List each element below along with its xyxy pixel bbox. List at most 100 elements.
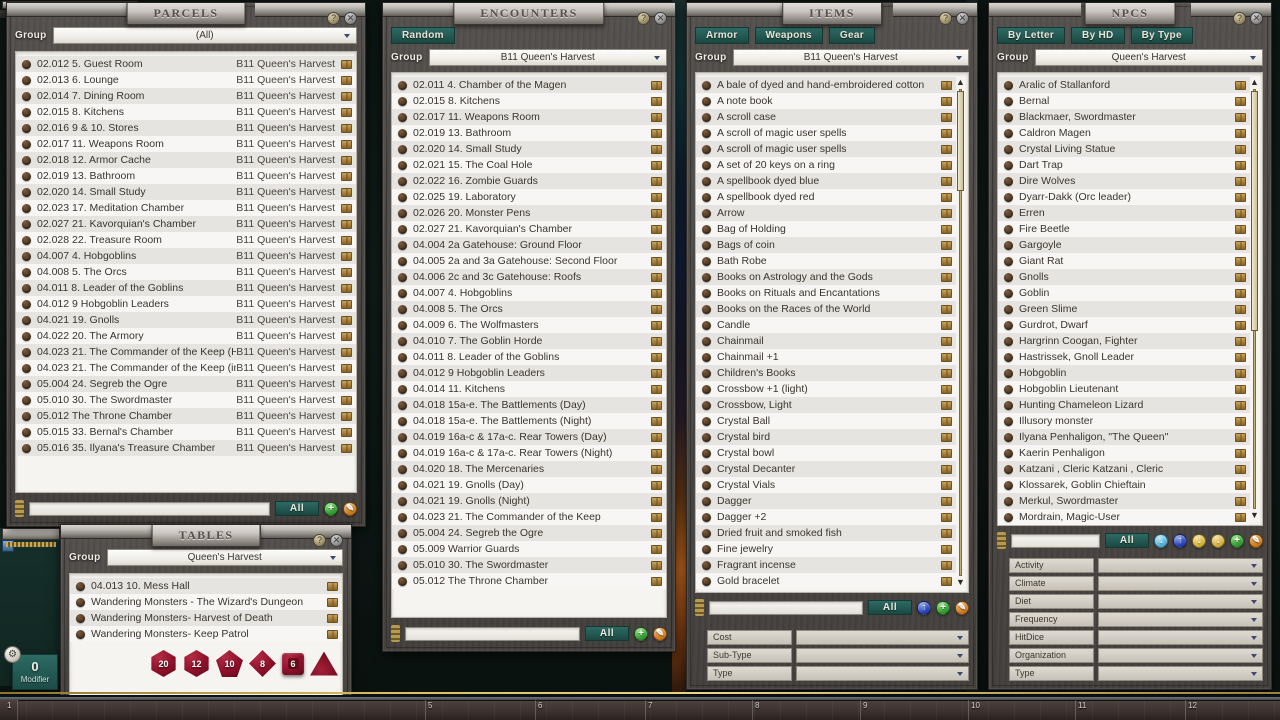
book-icon[interactable] bbox=[341, 284, 352, 293]
list-item[interactable]: 04.021 19. Gnolls (Night) bbox=[392, 493, 666, 509]
list-item[interactable]: 04.023 21. The Commander of the Keep (Hi… bbox=[16, 344, 356, 360]
filter-select[interactable] bbox=[1098, 648, 1263, 663]
list-item[interactable]: 02.017 11. Weapons Room bbox=[392, 109, 666, 125]
book-icon[interactable] bbox=[1235, 289, 1246, 298]
tab-gear[interactable]: Gear bbox=[829, 27, 875, 44]
book-icon[interactable] bbox=[651, 113, 662, 122]
window-npcs[interactable]: NPCS ? ✕ By LetterBy HDBy Type Group Que… bbox=[988, 2, 1272, 690]
modifier-box[interactable]: ⚙ 0 Modifier bbox=[12, 654, 58, 690]
book-icon[interactable] bbox=[651, 417, 662, 426]
list-item[interactable]: Arrow bbox=[696, 205, 956, 221]
list-item[interactable]: 04.020 18. The Mercenaries bbox=[392, 461, 666, 477]
book-icon[interactable] bbox=[341, 156, 352, 165]
book-icon[interactable] bbox=[1235, 337, 1246, 346]
list-item[interactable]: Chainmail +1 bbox=[696, 349, 956, 365]
die-d8[interactable]: 8 bbox=[249, 650, 276, 677]
book-icon[interactable] bbox=[1235, 161, 1246, 170]
book-icon[interactable] bbox=[941, 545, 952, 554]
list-item[interactable]: 04.005 2a and 3a Gatehouse: Second Floor bbox=[392, 253, 666, 269]
list-item[interactable]: Ilyana Penhaligon, "The Queen" bbox=[998, 429, 1250, 445]
book-icon[interactable] bbox=[941, 417, 952, 426]
help-button[interactable]: ? bbox=[637, 12, 650, 25]
items-list[interactable]: A bale of dyed and hand-embroidered cott… bbox=[695, 72, 969, 593]
list-item[interactable]: Mordrain, Magic-User bbox=[998, 509, 1250, 525]
list-item[interactable]: Chainmail bbox=[696, 333, 956, 349]
list-item[interactable]: 02.021 15. The Coal Hole bbox=[392, 157, 666, 173]
dice-tray[interactable]: 20121086 bbox=[150, 650, 338, 677]
list-item[interactable]: Dried fruit and smoked fish bbox=[696, 525, 956, 541]
list-item[interactable]: Crossbow, Light bbox=[696, 397, 956, 413]
list-item[interactable]: Gnolls bbox=[998, 269, 1250, 285]
group-select-tables[interactable]: Queen's Harvest bbox=[107, 549, 344, 566]
list-item[interactable]: 04.008 5. The OrcsB11 Queen's Harvest bbox=[16, 264, 356, 280]
list-item[interactable]: Books on the Races of the World bbox=[696, 301, 956, 317]
list-item[interactable]: 04.009 6. The Wolfmasters bbox=[392, 317, 666, 333]
book-icon[interactable] bbox=[1235, 385, 1246, 394]
book-icon[interactable] bbox=[341, 108, 352, 117]
list-item[interactable]: 04.019 16a-c & 17a-c. Rear Towers (Day) bbox=[392, 429, 666, 445]
encounters-filter-input[interactable] bbox=[405, 627, 580, 641]
npcs-all-button[interactable]: All bbox=[1105, 533, 1149, 548]
tab-weapons[interactable]: Weapons bbox=[755, 27, 823, 44]
book-icon[interactable] bbox=[941, 177, 952, 186]
list-item[interactable]: A note book bbox=[696, 93, 956, 109]
book-icon[interactable] bbox=[327, 582, 338, 591]
book-icon[interactable] bbox=[1235, 273, 1246, 282]
list-item[interactable]: Gurdrot, Dwarf bbox=[998, 317, 1250, 333]
book-icon[interactable] bbox=[651, 529, 662, 538]
tab-by-letter[interactable]: By Letter bbox=[997, 27, 1065, 44]
book-icon[interactable] bbox=[1235, 417, 1246, 426]
list-item[interactable]: 02.019 13. Bathroom bbox=[392, 125, 666, 141]
book-icon[interactable] bbox=[341, 124, 352, 133]
filter-b-button[interactable]: ↓ bbox=[1211, 534, 1225, 548]
book-icon[interactable] bbox=[651, 273, 662, 282]
scroll-up-icon[interactable]: ▲ bbox=[956, 77, 965, 88]
help-button[interactable]: ? bbox=[313, 534, 326, 547]
list-item[interactable]: Crystal Ball bbox=[696, 413, 956, 429]
list-item[interactable]: Dagger bbox=[696, 493, 956, 509]
book-icon[interactable] bbox=[341, 348, 352, 357]
npcs-list[interactable]: Aralic of StallanfordBernalBlackmaer, Sw… bbox=[997, 72, 1263, 526]
list-item[interactable]: 04.013 10. Mess Hall bbox=[70, 578, 342, 594]
list-item[interactable]: 05.004 24. Segreb the OgreB11 Queen's Ha… bbox=[16, 376, 356, 392]
close-button[interactable]: ✕ bbox=[330, 534, 343, 547]
list-item[interactable]: 04.014 11. Kitchens bbox=[392, 381, 666, 397]
book-icon[interactable] bbox=[341, 220, 352, 229]
book-icon[interactable] bbox=[941, 113, 952, 122]
book-icon[interactable] bbox=[651, 433, 662, 442]
book-icon[interactable] bbox=[341, 236, 352, 245]
encounters-list[interactable]: 02.011 4. Chamber of the Magen02.015 8. … bbox=[391, 72, 667, 618]
items-all-button[interactable]: All bbox=[868, 600, 912, 615]
scroll-up-icon[interactable]: ▲ bbox=[1250, 77, 1259, 88]
book-icon[interactable] bbox=[1235, 401, 1246, 410]
book-icon[interactable] bbox=[1235, 209, 1246, 218]
book-icon[interactable] bbox=[651, 465, 662, 474]
list-item[interactable]: 02.015 8. Kitchens bbox=[392, 93, 666, 109]
book-icon[interactable] bbox=[941, 385, 952, 394]
book-icon[interactable] bbox=[651, 129, 662, 138]
tab-armor[interactable]: Armor bbox=[695, 27, 749, 44]
book-icon[interactable] bbox=[1235, 513, 1246, 522]
list-item[interactable]: Hastrissek, Gnoll Leader bbox=[998, 349, 1250, 365]
book-icon[interactable] bbox=[327, 630, 338, 639]
window-controls[interactable]: ? ✕ bbox=[313, 534, 343, 547]
die-d4[interactable] bbox=[310, 652, 338, 676]
book-icon[interactable] bbox=[341, 140, 352, 149]
edit-button[interactable]: ✎ bbox=[1249, 534, 1263, 548]
filter-select[interactable] bbox=[796, 630, 969, 645]
tab-by-hd[interactable]: By HD bbox=[1071, 27, 1125, 44]
book-icon[interactable] bbox=[651, 81, 662, 90]
list-item[interactable]: Dire Wolves bbox=[998, 173, 1250, 189]
list-item[interactable]: Crystal bird bbox=[696, 429, 956, 445]
book-icon[interactable] bbox=[651, 337, 662, 346]
book-icon[interactable] bbox=[941, 481, 952, 490]
list-item[interactable]: Bags of coin bbox=[696, 237, 956, 253]
list-item[interactable]: Gold bracelet bbox=[696, 573, 956, 589]
book-icon[interactable] bbox=[941, 241, 952, 250]
list-item[interactable]: 04.006 2c and 3c Gatehouse: Roofs bbox=[392, 269, 666, 285]
book-icon[interactable] bbox=[1235, 433, 1246, 442]
book-icon[interactable] bbox=[651, 513, 662, 522]
list-item[interactable]: 04.022 20. The ArmoryB11 Queen's Harvest bbox=[16, 328, 356, 344]
list-item[interactable]: Dagger +2 bbox=[696, 509, 956, 525]
npcs-scrollbar[interactable]: ▲ ▼ bbox=[1250, 77, 1259, 521]
